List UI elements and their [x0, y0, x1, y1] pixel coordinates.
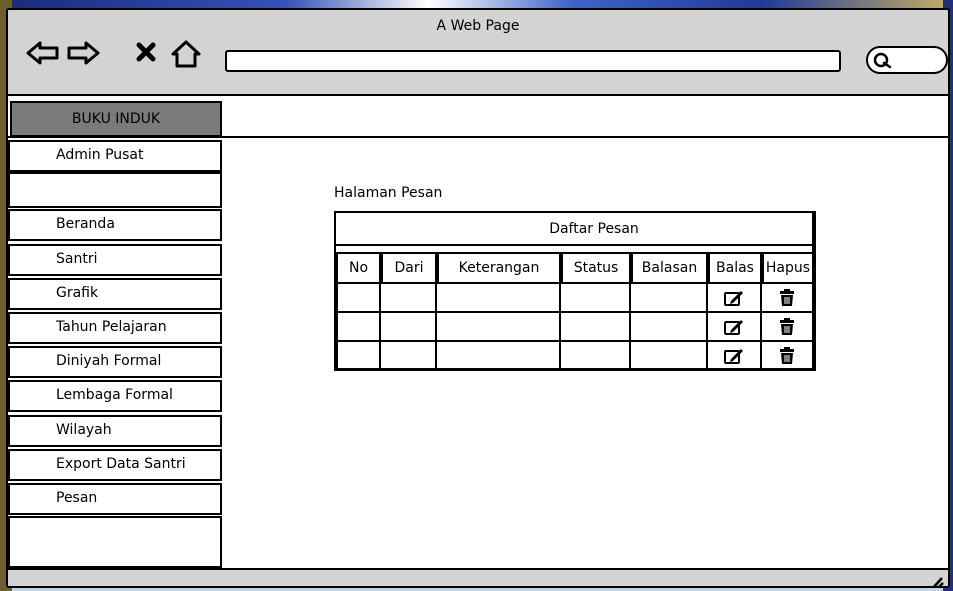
table-title: Daftar Pesan — [336, 213, 812, 246]
window-title: A Web Page — [436, 18, 520, 34]
table-cell-status — [561, 342, 631, 371]
close-icon[interactable] — [134, 40, 164, 66]
sidebar-item-wilayah[interactable]: Wilayah — [8, 415, 222, 447]
sidebar-item-export-data-santri[interactable]: Export Data Santri — [8, 449, 222, 481]
table-cell-delete-icon[interactable] — [762, 284, 814, 313]
table-cell-no — [336, 342, 381, 371]
back-arrow-icon[interactable] — [26, 40, 59, 66]
sidebar-item-tahun-pelajaran[interactable]: Tahun Pelajaran — [8, 312, 222, 344]
table-cell-status — [561, 284, 631, 313]
table-cell-keterangan — [437, 284, 561, 313]
trash-icon[interactable] — [778, 317, 796, 336]
edit-icon[interactable] — [723, 318, 745, 336]
resize-grip-icon[interactable] — [924, 574, 944, 588]
table-cell-dari — [381, 342, 437, 371]
table-cell-keterangan — [437, 313, 561, 342]
forward-arrow-icon[interactable] — [66, 40, 100, 66]
table-cell-delete-icon[interactable] — [762, 342, 814, 371]
sidebar-footer-space — [8, 516, 222, 568]
trash-icon[interactable] — [778, 288, 796, 307]
column-header-dari: Dari — [381, 252, 437, 284]
sidebar-item-santri[interactable]: Santri — [8, 244, 222, 276]
table-cell-dari — [381, 313, 437, 342]
home-icon[interactable] — [170, 40, 201, 68]
address-bar[interactable] — [225, 50, 841, 72]
table-cell-no — [336, 284, 381, 313]
edit-icon[interactable] — [723, 347, 745, 365]
message-table: Daftar Pesan No Dari Keterangan Status B… — [334, 211, 816, 371]
search-button[interactable] — [866, 46, 948, 74]
status-bar — [8, 568, 948, 588]
column-header-status: Status — [561, 252, 631, 284]
column-header-no: No — [336, 252, 381, 284]
sidebar-item-lembaga-formal[interactable]: Lembaga Formal — [8, 380, 222, 412]
page-title: Halaman Pesan — [334, 185, 443, 201]
table-cell-balasan — [631, 313, 708, 342]
table-cell-balasan — [631, 284, 708, 313]
sidebar-item-beranda[interactable]: Beranda — [8, 209, 222, 241]
app-brand: BUKU INDUK — [10, 101, 222, 137]
table-cell-reply-icon[interactable] — [708, 284, 762, 313]
edit-icon[interactable] — [723, 289, 745, 307]
sidebar-item-pesan[interactable]: Pesan — [8, 483, 222, 515]
table-cell-delete-icon[interactable] — [762, 313, 814, 342]
table-cell-reply-icon[interactable] — [708, 313, 762, 342]
table-cell-dari — [381, 284, 437, 313]
sidebar-spacer — [8, 172, 222, 208]
table-cell-status — [561, 313, 631, 342]
browser-toolbar: A Web Page — [8, 10, 948, 96]
table-cell-balasan — [631, 342, 708, 371]
column-header-hapus: Hapus — [762, 252, 814, 284]
sidebar-item-diniyah-formal[interactable]: Diniyah Formal — [8, 346, 222, 378]
column-header-keterangan: Keterangan — [437, 252, 561, 284]
table-cell-no — [336, 313, 381, 342]
column-header-balas: Balas — [708, 252, 762, 284]
sidebar-item-grafik[interactable]: Grafik — [8, 278, 222, 310]
table-cell-keterangan — [437, 342, 561, 371]
browser-window: A Web Page BUKU INDUK Admin Pusat Berand… — [6, 8, 950, 588]
column-header-balasan: Balasan — [631, 252, 708, 284]
table-cell-reply-icon[interactable] — [708, 342, 762, 371]
sidebar-user-label: Admin Pusat — [8, 140, 222, 172]
trash-icon[interactable] — [778, 346, 796, 365]
